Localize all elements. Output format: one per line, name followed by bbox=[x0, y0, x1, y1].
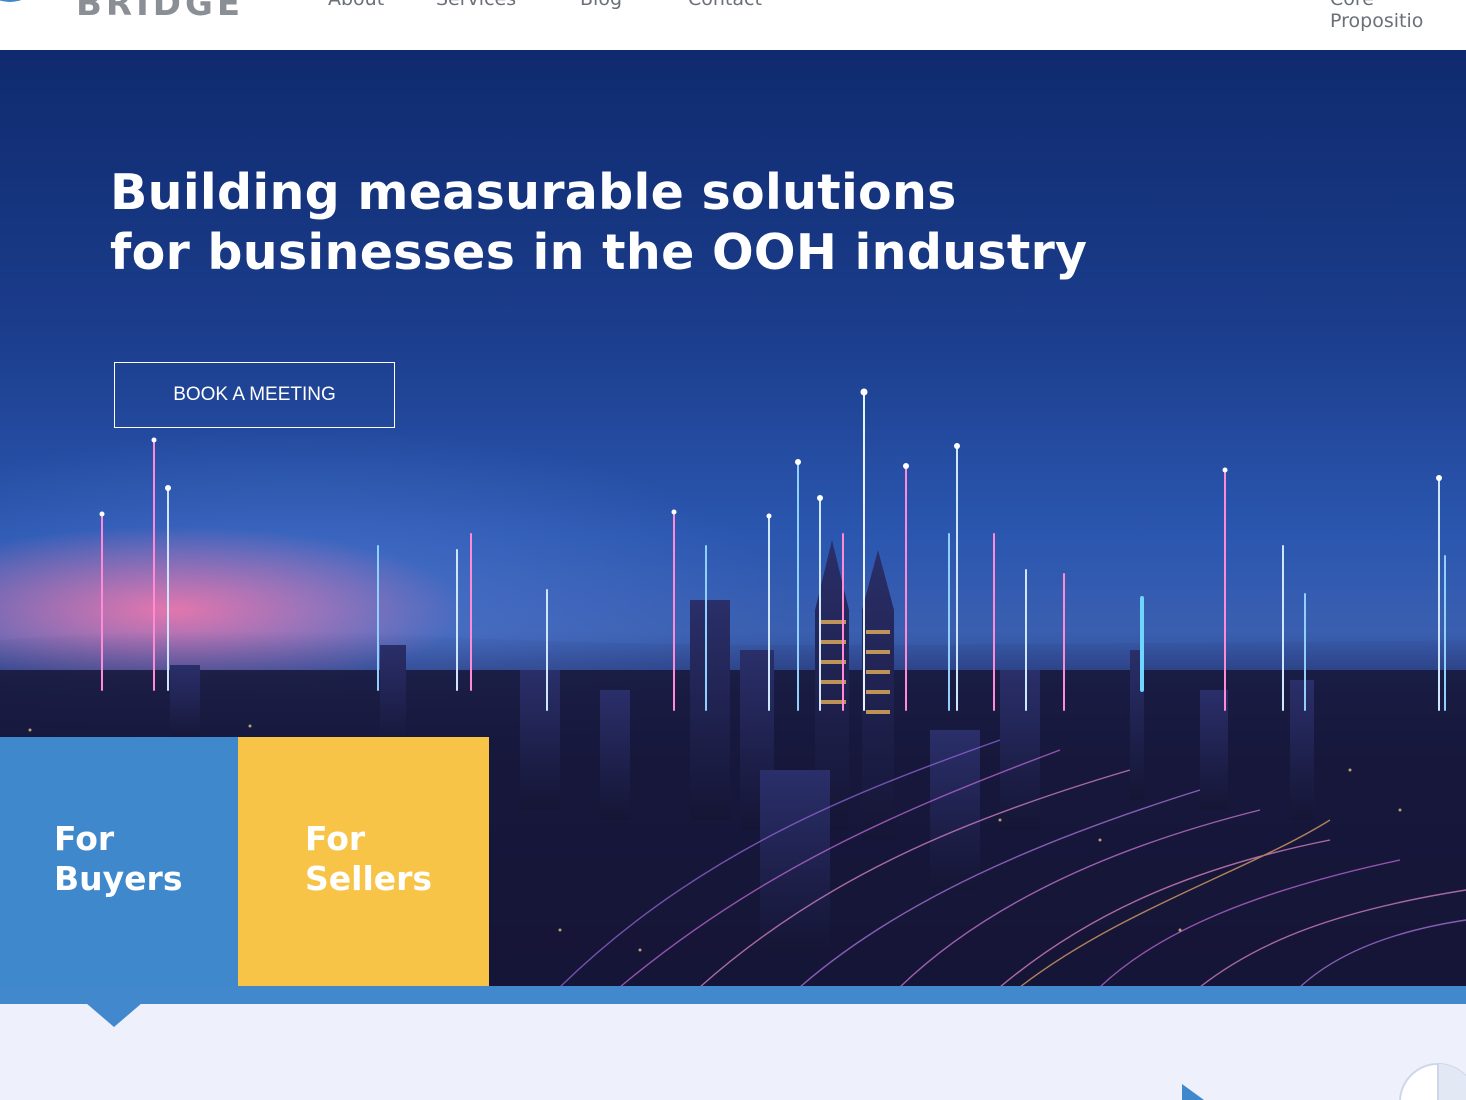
for-sellers-tile[interactable]: For Sellers bbox=[238, 737, 489, 988]
hero-title-line-2: for businesses in the OOH industry bbox=[110, 224, 1088, 281]
nav-contact[interactable]: Contact bbox=[688, 0, 762, 10]
for-sellers-label-line-2: Sellers bbox=[305, 859, 433, 898]
for-buyers-label-line-2: Buyers bbox=[54, 859, 183, 898]
active-tile-pointer bbox=[86, 1003, 142, 1027]
for-sellers-label-line-1: For bbox=[305, 819, 366, 858]
nav-services[interactable]: Services bbox=[436, 0, 516, 10]
site-header: BRIDGE About Services Blog Contact Core … bbox=[0, 0, 1466, 50]
book-meeting-button[interactable]: BOOK A MEETING bbox=[114, 362, 395, 428]
nav-blog[interactable]: Blog bbox=[580, 0, 622, 10]
section-divider-band bbox=[0, 986, 1466, 1004]
play-icon[interactable] bbox=[1178, 1084, 1208, 1100]
nav-core-proposition[interactable]: Core Propositio bbox=[1330, 0, 1466, 32]
pie-chart-icon bbox=[1399, 1063, 1466, 1100]
nav-about[interactable]: About bbox=[328, 0, 384, 10]
hero-title: Building measurable solutions for busine… bbox=[110, 163, 1087, 283]
lower-section bbox=[0, 1004, 1466, 1100]
logo-text[interactable]: BRIDGE bbox=[76, 0, 244, 24]
bridge-logo-icon[interactable] bbox=[0, 0, 60, 4]
hero-title-line-1: Building measurable solutions bbox=[110, 164, 957, 221]
for-buyers-label-line-1: For bbox=[54, 819, 115, 858]
for-buyers-tile[interactable]: For Buyers bbox=[0, 737, 238, 988]
